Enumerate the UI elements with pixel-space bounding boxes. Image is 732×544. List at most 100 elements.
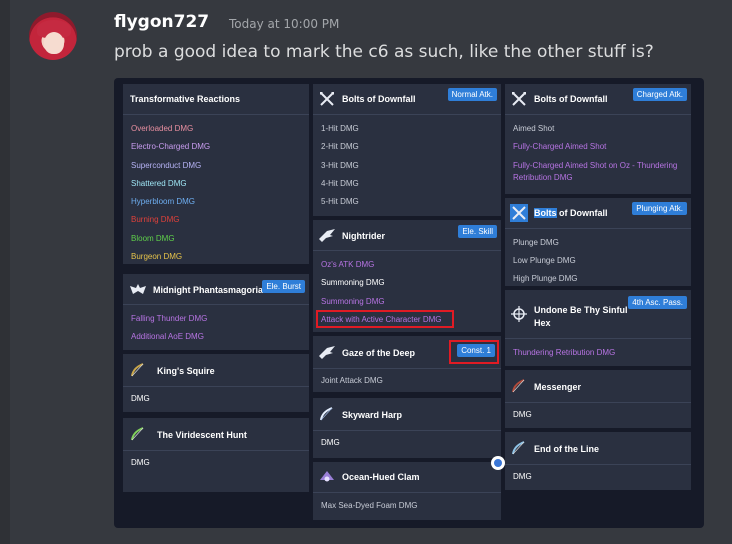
- card-transformative-reactions: Transformative Reactions Overloaded DMG …: [123, 84, 309, 264]
- card-header: Bolts of Downfall Plunging Atk.: [505, 198, 691, 229]
- row-4-hit: 4-Hit DMG: [321, 179, 359, 188]
- row-1-hit: 1-Hit DMG: [321, 124, 359, 133]
- row-dmg: DMG: [321, 438, 340, 447]
- attached-screenshot[interactable]: Transformative Reactions Overloaded DMG …: [114, 78, 704, 528]
- avatar-face: [44, 32, 64, 54]
- row-burning: Burning DMG: [131, 215, 180, 224]
- row-dmg: DMG: [131, 394, 150, 403]
- timestamp: Today at 10:00 PM: [229, 17, 340, 31]
- bow-icon: [129, 361, 147, 379]
- row-summoning-purple: Summoning DMG: [321, 297, 385, 306]
- card-header: Undone Be Thy Sinful Hex 4th Asc. Pass.: [505, 290, 691, 339]
- row-dmg: DMG: [131, 458, 150, 467]
- bow-icon: [318, 405, 336, 423]
- title-rest: of Downfall: [556, 208, 608, 218]
- row-aimed-shot: Aimed Shot: [513, 124, 555, 133]
- card-header: Skyward Harp: [313, 398, 501, 431]
- card-title: Bolts of Downfall: [342, 94, 416, 104]
- row-5-hit: 5-Hit DMG: [321, 197, 359, 206]
- avatar[interactable]: [29, 12, 77, 60]
- card-title-line-1: Undone Be Thy Sinful: [534, 305, 628, 315]
- badge-ele-skill: Ele. Skill: [458, 225, 497, 238]
- card-header: King's Squire: [123, 354, 309, 387]
- card-title: Nightrider: [342, 231, 386, 241]
- badge-4th-asc-pass: 4th Asc. Pass.: [628, 296, 687, 309]
- card-viridescent-hunt: The Viridescent Hunt DMG: [123, 418, 309, 492]
- bow-icon: [510, 377, 528, 395]
- card-nightrider: Nightrider Ele. Skill Oz's ATK DMG Summo…: [313, 220, 501, 332]
- clam-icon: [318, 468, 336, 486]
- card-bolts-plunging-atk: Bolts of Downfall Plunging Atk. Plunge D…: [505, 198, 691, 286]
- badge-charged-atk: Charged Atk.: [632, 88, 687, 101]
- card-title: Messenger: [534, 382, 582, 392]
- row-overloaded: Overloaded DMG: [131, 124, 194, 133]
- card-title: Skyward Harp: [342, 410, 403, 420]
- row-additional-aoe: Additional AoE DMG: [131, 332, 204, 341]
- card-messenger: Messenger DMG: [505, 370, 691, 428]
- card-header: End of the Line: [505, 432, 691, 465]
- card-header: Gaze of the Deep Const. 1: [313, 336, 501, 369]
- row-summoning-white: Summoning DMG: [321, 278, 385, 287]
- crossed-arrows-icon: [318, 90, 336, 108]
- badge-plunging-atk: Plunging Atk.: [632, 202, 687, 215]
- card-title: Midnight Phantasmagoria: [153, 285, 264, 295]
- row-oz-atk: Oz's ATK DMG: [321, 260, 375, 269]
- row-3-hit: 3-Hit DMG: [321, 161, 359, 170]
- crossed-arrows-icon: [510, 90, 528, 108]
- raven-icon: [318, 226, 336, 244]
- card-header: Ocean-Hued Clam: [313, 462, 501, 493]
- card-header: Midnight Phantasmagoria Ele. Burst: [123, 274, 309, 305]
- card-undone-be-thy-sinful-hex: Undone Be Thy Sinful Hex 4th Asc. Pass. …: [505, 290, 691, 366]
- row-retribution: Retribution DMG: [513, 173, 573, 182]
- message-text: prob a good idea to mark the c6 as such,…: [114, 42, 654, 62]
- row-bloom: Bloom DMG: [131, 234, 175, 243]
- card-title: Gaze of the Deep: [342, 348, 416, 358]
- card-header: Transformative Reactions: [123, 84, 309, 115]
- card-header: Messenger: [505, 370, 691, 403]
- row-shattered: Shattered DMG: [131, 179, 187, 188]
- row-burgeon: Burgeon DMG: [131, 252, 183, 261]
- username[interactable]: flygon727: [114, 12, 209, 32]
- card-ocean-hued-clam: Ocean-Hued Clam Max Sea-Dyed Foam DMG: [313, 462, 501, 520]
- row-joint-attack: Joint Attack DMG: [321, 376, 383, 385]
- crossed-arrows-icon: [510, 204, 528, 222]
- card-title: Bolts of Downfall: [534, 208, 608, 218]
- highlight-box: [316, 310, 454, 328]
- bow-icon: [129, 425, 147, 443]
- row-high-plunge: High Plunge DMG: [513, 274, 578, 283]
- row-plunge: Plunge DMG: [513, 238, 559, 247]
- card-title: Bolts of Downfall: [534, 94, 608, 104]
- hydro-element-icon: [491, 456, 505, 470]
- row-max-sea-dyed-foam: Max Sea-Dyed Foam DMG: [321, 501, 418, 510]
- card-header: Nightrider Ele. Skill: [313, 220, 501, 251]
- card-gaze-of-the-deep: Gaze of the Deep Const. 1 Joint Attack D…: [313, 336, 501, 392]
- card-header: The Viridescent Hunt: [123, 418, 309, 451]
- card-kings-squire: King's Squire DMG: [123, 354, 309, 412]
- card-header: Bolts of Downfall Normal Atk.: [313, 84, 501, 115]
- row-dmg: DMG: [513, 410, 532, 419]
- badge-ele-burst: Ele. Burst: [262, 280, 305, 293]
- row-superconduct: Superconduct DMG: [131, 161, 202, 170]
- card-title: Ocean-Hued Clam: [342, 472, 420, 482]
- row-fully-charged-oz: Fully-Charged Aimed Shot on Oz - Thunder…: [513, 161, 678, 170]
- target-icon: [510, 305, 528, 323]
- card-title: End of the Line: [534, 444, 599, 454]
- row-hyperbloom: Hyperbloom DMG: [131, 197, 196, 206]
- raven-icon: [318, 343, 336, 361]
- card-bolts-normal-atk: Bolts of Downfall Normal Atk. 1-Hit DMG …: [313, 84, 501, 216]
- row-low-plunge: Low Plunge DMG: [513, 256, 576, 265]
- card-title: King's Squire: [157, 366, 215, 376]
- row-electro-charged: Electro-Charged DMG: [131, 142, 211, 151]
- row-dmg: DMG: [513, 472, 532, 481]
- card-midnight-phantasmagoria: Midnight Phantasmagoria Ele. Burst Falli…: [123, 274, 309, 350]
- badge-normal-atk: Normal Atk.: [447, 88, 497, 101]
- row-2-hit: 2-Hit DMG: [321, 142, 359, 151]
- card-header: Bolts of Downfall Charged Atk.: [505, 84, 691, 115]
- card-title: Transformative Reactions: [130, 94, 241, 104]
- row-thundering-retribution: Thundering Retribution DMG: [513, 348, 616, 357]
- bat-icon: [129, 280, 147, 298]
- title-highlight: Bolts: [534, 208, 557, 218]
- card-end-of-the-line: End of the Line DMG: [505, 432, 691, 490]
- card-bolts-charged-atk: Bolts of Downfall Charged Atk. Aimed Sho…: [505, 84, 691, 194]
- card-skyward-harp: Skyward Harp DMG: [313, 398, 501, 458]
